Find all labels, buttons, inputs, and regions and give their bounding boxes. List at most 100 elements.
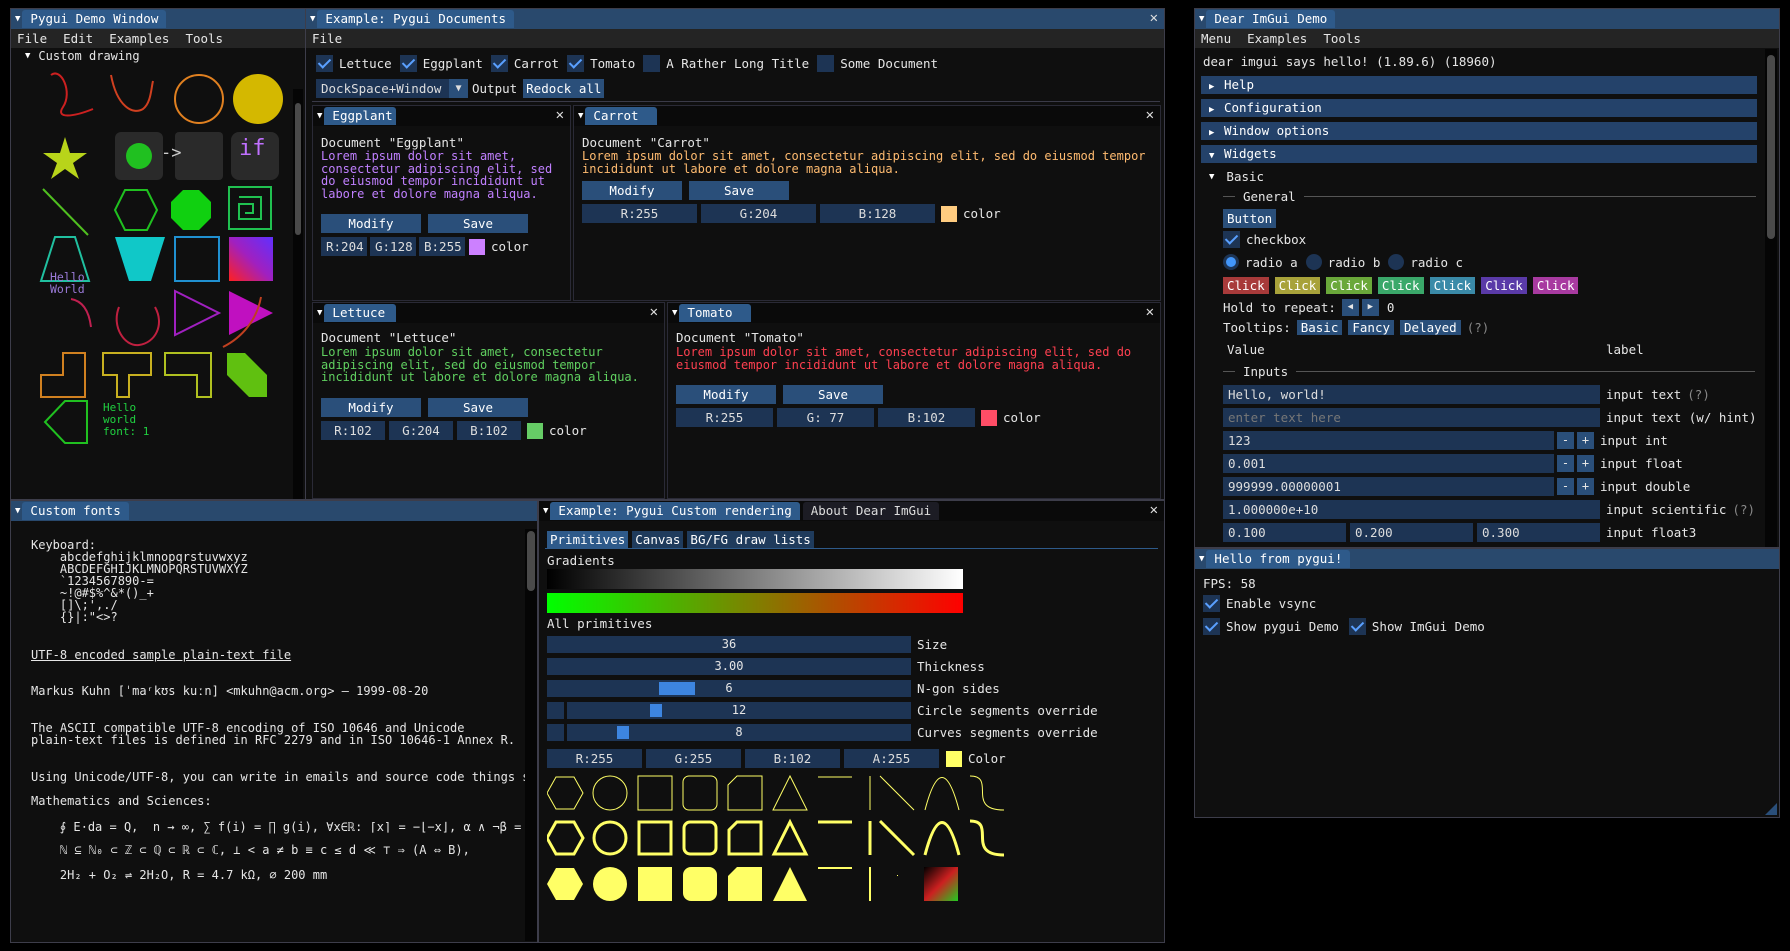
blue-field[interactable]: B:102 [878,408,975,427]
help-marker[interactable]: (?) [1467,320,1490,335]
menu-tools[interactable]: Tools [185,31,223,46]
slider-1[interactable]: 3.00 [547,658,911,675]
subtab-canvas[interactable]: Canvas [632,531,684,548]
modify-button[interactable]: Modify [676,385,776,404]
menu-examples[interactable]: Examples [109,31,169,46]
save-button[interactable]: Save [783,385,883,404]
lettuce-tab[interactable]: Lettuce [324,304,397,322]
slider-0[interactable]: 36 [547,636,911,653]
tip-delayed-button[interactable]: Delayed [1400,320,1461,335]
collapse-icon[interactable]: ▼ [310,14,315,24]
save-button[interactable]: Save [428,214,528,233]
red-field[interactable]: R:255 [582,204,697,223]
close-icon[interactable]: ✕ [1150,10,1158,26]
header-widgets[interactable]: ▼ Widgets [1201,145,1757,163]
click-button-2[interactable]: Click [1326,277,1372,294]
minus-button[interactable]: - [1557,478,1574,495]
minus-button[interactable]: - [1557,455,1574,472]
minus-button[interactable]: - [1557,432,1574,449]
subtab-primitives[interactable]: Primitives [547,531,629,548]
blue-field[interactable]: B:102 [457,421,521,440]
collapse-icon[interactable]: ▼ [672,308,677,318]
plus-button[interactable]: + [1577,478,1594,495]
header-help[interactable]: ▶ Help [1201,76,1757,94]
click-button-3[interactable]: Click [1377,277,1424,294]
green-field[interactable]: G: 77 [777,408,874,427]
tree-custom-drawing[interactable]: ▼ Custom drawing [25,49,140,63]
radio-c[interactable] [1388,254,1405,270]
fonts-titlebar[interactable]: ▼ Custom fonts [11,501,537,521]
menu-file[interactable]: File [17,31,47,46]
tip-basic-button[interactable]: Basic [1296,320,1343,335]
vsync-row[interactable]: Enable vsync [1203,595,1316,612]
resize-grip-icon[interactable] [1765,803,1777,815]
float3-y-field[interactable]: 0.200 [1350,523,1473,542]
subtab-bgfg[interactable]: BG/FG draw lists [687,531,814,548]
fonts-scrollbar[interactable] [525,529,537,941]
help-marker[interactable]: (?) [1687,387,1710,402]
collapse-icon[interactable]: ▼ [543,506,548,516]
carrot-titlebar[interactable]: ▼ Carrot ✕ [574,106,1160,126]
collapse-icon[interactable]: ▼ [1199,554,1204,564]
blue-field[interactable]: B:102 [745,749,840,768]
arrow-right-button[interactable]: ▶ [1361,299,1379,316]
input-float-field[interactable]: 0.001 [1223,454,1554,473]
demo-scroll-grab[interactable] [295,103,301,235]
menu-examples[interactable]: Examples [1247,31,1307,46]
close-icon[interactable]: ✕ [1146,304,1154,320]
click-button-0[interactable]: Click [1223,277,1269,294]
blue-field[interactable]: B:255 [419,237,465,256]
eggplant-titlebar[interactable]: ▼ Eggplant ✕ [313,106,570,126]
redock-all-button[interactable]: Redock all [523,79,605,98]
arrow-left-button[interactable]: ◀ [1341,299,1359,316]
checkbox-row[interactable]: checkbox [1223,231,1306,248]
input-text-field[interactable]: Hello, world! [1223,385,1600,404]
modify-button[interactable]: Modify [321,398,421,417]
menu-edit[interactable]: Edit [63,31,93,46]
close-icon[interactable]: ✕ [1146,107,1154,123]
carrot-tab[interactable]: Carrot [585,107,658,125]
red-field[interactable]: R:102 [321,421,385,440]
collapse-icon[interactable]: ▼ [578,111,583,121]
hello-titlebar[interactable]: ▼ Hello from pygui! [1195,549,1779,569]
imgui-demo-tab[interactable]: Dear ImGui Demo [1206,10,1336,28]
close-icon[interactable]: ✕ [650,304,658,320]
slider-4[interactable]: 8 [567,724,911,741]
hello-tab[interactable]: Hello from pygui! [1206,550,1351,568]
green-field[interactable]: G:204 [701,204,816,223]
header-configuration[interactable]: ▶ Configuration [1201,99,1757,117]
tip-fancy-button[interactable]: Fancy [1348,320,1395,335]
collapse-icon[interactable]: ▼ [317,308,322,318]
about-imgui-tab[interactable]: About Dear ImGui [802,502,940,520]
tomato-tab[interactable]: Tomato [679,304,752,322]
collapse-icon[interactable]: ▼ [15,14,20,24]
plus-button[interactable]: + [1577,455,1594,472]
collapse-icon[interactable]: ▼ [15,506,20,516]
click-button-6[interactable]: Click [1532,277,1579,294]
help-marker[interactable]: (?) [1732,502,1755,517]
radio-b[interactable] [1305,254,1322,270]
color-swatch[interactable] [981,409,997,426]
input-hint-field[interactable]: enter text here [1223,408,1600,427]
documents-titlebar[interactable]: ▼ Example: Pygui Documents ✕ [306,9,1164,29]
tomato-titlebar[interactable]: ▼ Tomato ✕ [668,303,1160,323]
override-toggle[interactable] [547,702,564,719]
imgui-scroll-grab[interactable] [1767,55,1775,239]
click-button-1[interactable]: Click [1274,277,1321,294]
click-button-4[interactable]: Click [1429,277,1476,294]
save-button[interactable]: Save [428,398,528,417]
plus-button[interactable]: + [1577,432,1594,449]
slider-3[interactable]: 12 [567,702,911,719]
show-pygui-checkbox[interactable] [1203,618,1220,635]
tree-basic[interactable]: ▼ Basic [1209,169,1264,184]
doc-checkbox-3[interactable] [567,55,585,72]
doc-checkbox-0[interactable] [316,55,333,72]
radio-a[interactable] [1223,254,1239,270]
float3-x-field[interactable]: 0.100 [1223,523,1346,542]
input-sci-field[interactable]: 1.000000e+10 [1223,500,1600,519]
menu-menu[interactable]: Menu [1201,31,1231,46]
doc-checkbox-5[interactable] [817,55,835,72]
green-field[interactable]: G:204 [389,421,453,440]
red-field[interactable]: R:204 [321,237,367,256]
doc-checkbox-4[interactable] [643,55,661,72]
